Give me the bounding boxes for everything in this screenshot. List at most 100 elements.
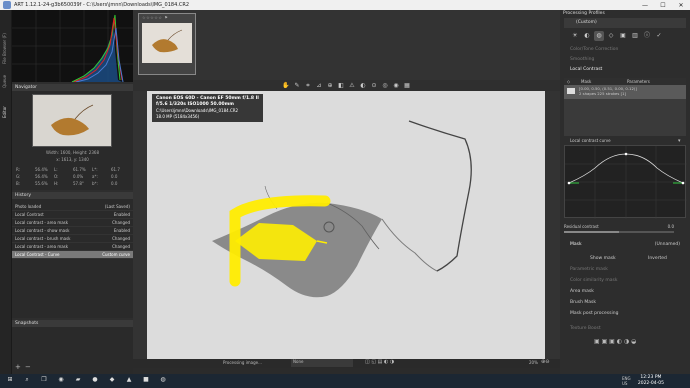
mask-list[interactable]: ◇ Mask Parameters [0.00, 0.50, (0.51, 0.… bbox=[564, 78, 686, 136]
value-number: 0.0 bbox=[111, 174, 118, 179]
local-contrast-curve[interactable] bbox=[564, 145, 687, 219]
texture-boost-section[interactable]: Texture Boost bbox=[562, 324, 688, 333]
color-tab-icon[interactable]: ◐ bbox=[582, 31, 592, 41]
photo-image bbox=[212, 120, 472, 298]
white-balance-picker-icon[interactable]: ✎ bbox=[293, 81, 302, 90]
tab-file-browser[interactable]: File Browser (F) bbox=[2, 18, 10, 64]
app-icon[interactable]: ▲ bbox=[122, 376, 136, 386]
folder-icon[interactable]: ▰ bbox=[71, 376, 85, 386]
clip-shadow-icon[interactable]: ◉ bbox=[392, 81, 401, 90]
focus-mask-icon[interactable]: ⊙ bbox=[370, 81, 379, 90]
tab-queue[interactable]: Queue bbox=[2, 68, 10, 88]
mask-list-header: ◇ Mask Parameters bbox=[564, 78, 686, 85]
color-tone-section[interactable]: Color/Tone Correction bbox=[562, 45, 688, 54]
navigator-thumbnail[interactable] bbox=[32, 94, 112, 147]
brush-mask-item[interactable]: Brush Mask bbox=[562, 298, 688, 307]
history-row-value: Enabled bbox=[113, 212, 130, 217]
exif-overlay: Canon EOS 60D - Canon EF 50mm f/1.8 II f… bbox=[152, 94, 263, 122]
residual-contrast-value[interactable]: 0.0 bbox=[668, 224, 674, 229]
profile-selector[interactable]: (Custom) bbox=[564, 18, 686, 28]
value-label: L*: bbox=[92, 167, 98, 172]
history-row-value: (Last Saved) bbox=[104, 204, 130, 209]
rating-stars[interactable]: ☆☆☆☆☆ ⚑ bbox=[142, 15, 168, 20]
app-icon[interactable]: ● bbox=[88, 376, 102, 386]
history-row[interactable]: Local Contrast Enabled bbox=[12, 211, 133, 219]
grid-icon[interactable]: ▦ bbox=[403, 81, 412, 90]
image-canvas[interactable]: Canon EOS 60D - Canon EF 50mm f/1.8 II f… bbox=[133, 91, 560, 359]
system-clock[interactable]: 12:23 PM 2022-04-05 bbox=[638, 375, 664, 387]
minimize-button[interactable]: — bbox=[636, 2, 654, 9]
color-similarity-mask-item[interactable]: Color similarity mask bbox=[562, 276, 688, 285]
residual-contrast-slider[interactable]: Residual contrast 0.0 bbox=[564, 224, 686, 234]
value-label: G: bbox=[16, 174, 21, 179]
hand-tool-icon[interactable]: ✋ bbox=[282, 81, 291, 90]
history-row-selected[interactable]: Local Contrast - Curve Custom curve bbox=[12, 251, 133, 259]
local-tab-icon[interactable]: ◍ bbox=[594, 31, 604, 41]
history-row[interactable]: Local contrast - show mask Enabled bbox=[12, 227, 133, 235]
exposure-tab-icon[interactable]: ☀ bbox=[570, 31, 580, 41]
color-picker-icon[interactable]: ⊕ bbox=[326, 81, 335, 90]
clock-date: 2022-04-05 bbox=[637, 381, 664, 386]
value-number: 56.4% bbox=[35, 174, 48, 179]
mask-row[interactable]: [0.00, 0.50, (0.51, 0.00, 0.12)] 2 shape… bbox=[564, 85, 686, 99]
details-tab-icon[interactable]: ◇ bbox=[606, 31, 616, 41]
filmstrip-thumbnail[interactable]: ☆☆☆☆☆ ⚑ bbox=[138, 13, 196, 75]
crop-icon[interactable]: ⌗ bbox=[304, 81, 313, 90]
photo-preview[interactable]: Canon EOS 60D - Canon EF 50mm f/1.8 II f… bbox=[147, 91, 545, 359]
filmstrip: ☆☆☆☆☆ ⚑ bbox=[133, 10, 560, 80]
language-indicator[interactable]: ENG US bbox=[622, 376, 632, 386]
favorites-tab-icon[interactable]: ✓ bbox=[654, 31, 664, 41]
art-app-icon[interactable]: ◍ bbox=[156, 376, 170, 386]
clip-highlight-icon[interactable]: ◎ bbox=[381, 81, 390, 90]
parametric-mask-item[interactable]: Parametric mask bbox=[562, 265, 688, 274]
history-row[interactable]: Photo loaded (Last Saved) bbox=[12, 203, 133, 211]
mask-row-sub: [1] bbox=[620, 91, 626, 96]
metadata-tab-icon[interactable]: ⓘ bbox=[642, 31, 652, 41]
app-icon[interactable]: ◆ bbox=[105, 376, 119, 386]
leaf-thumbnail-image bbox=[51, 104, 94, 136]
close-button[interactable]: ✕ bbox=[672, 2, 690, 9]
preview-channel-icon[interactable]: ◐ bbox=[359, 81, 368, 90]
history-row[interactable]: Local contrast - brush mask Changed bbox=[12, 235, 133, 243]
history-row-value: Changed bbox=[112, 236, 130, 241]
straighten-icon[interactable]: ⊿ bbox=[315, 81, 324, 90]
value-number: 61.7% bbox=[73, 167, 86, 172]
browser-icon[interactable]: ◉ bbox=[54, 376, 68, 386]
preset-dropdown[interactable]: None bbox=[291, 359, 353, 367]
before-after-icon[interactable]: ◧ bbox=[337, 81, 346, 90]
history-row-value: Changed bbox=[112, 244, 130, 249]
history-row-value: Enabled bbox=[113, 228, 130, 233]
add-snapshot-icon[interactable]: + bbox=[15, 363, 21, 371]
transform-tab-icon[interactable]: ▣ bbox=[618, 31, 628, 41]
inverted-checkbox[interactable]: Inverted bbox=[640, 254, 686, 263]
app-logo-icon bbox=[3, 1, 11, 9]
raw-tab-icon[interactable]: ▥ bbox=[630, 31, 640, 41]
warning-icon[interactable]: ⚠ bbox=[348, 81, 357, 90]
zoom-level[interactable]: 20% bbox=[529, 360, 538, 365]
mask-mode[interactable]: (Unnamed) bbox=[620, 240, 684, 249]
tool-category-tabs: ☀ ◐ ◍ ◇ ▣ ▥ ⓘ ✓ bbox=[562, 31, 688, 41]
history-row[interactable]: Local contrast - area mask Changed bbox=[12, 219, 133, 227]
local-contrast-section[interactable]: Local Contrast bbox=[562, 65, 688, 74]
image-tools-icons[interactable]: ◫ ◱ ▤ ◐ ◑ bbox=[365, 359, 394, 365]
image-size-text: Width: 1600, Height: 2368 bbox=[46, 150, 99, 155]
maximize-button[interactable]: ☐ bbox=[654, 2, 672, 9]
value-number: 61.7 bbox=[111, 167, 120, 172]
smoothing-section[interactable]: Smoothing bbox=[562, 55, 688, 64]
mask-enabled-checkbox[interactable] bbox=[567, 88, 575, 94]
tab-editor[interactable]: Editor bbox=[2, 96, 10, 118]
zoom-fit-icons[interactable]: ⊕⊖ bbox=[541, 359, 549, 365]
start-icon[interactable]: ⊞ bbox=[3, 376, 17, 386]
snapshots-title: Snapshots bbox=[12, 320, 133, 327]
task-view-icon[interactable]: ❐ bbox=[37, 376, 51, 386]
residual-contrast-label: Residual contrast bbox=[564, 224, 599, 229]
curve-graph bbox=[565, 146, 687, 219]
area-mask-item[interactable]: Area mask bbox=[562, 287, 688, 296]
history-row[interactable]: Local contrast - area mask Changed bbox=[12, 243, 133, 251]
histogram bbox=[12, 10, 133, 83]
mask-post-processing-item[interactable]: Mask post processing bbox=[562, 309, 688, 318]
remove-snapshot-icon[interactable]: − bbox=[25, 363, 31, 371]
search-icon[interactable]: ⌕ bbox=[20, 376, 34, 386]
profile-action-icons[interactable]: ▣ ▣ ▣ ◐ ◑ ◒ bbox=[564, 338, 686, 360]
app-icon[interactable]: ■ bbox=[139, 376, 153, 386]
